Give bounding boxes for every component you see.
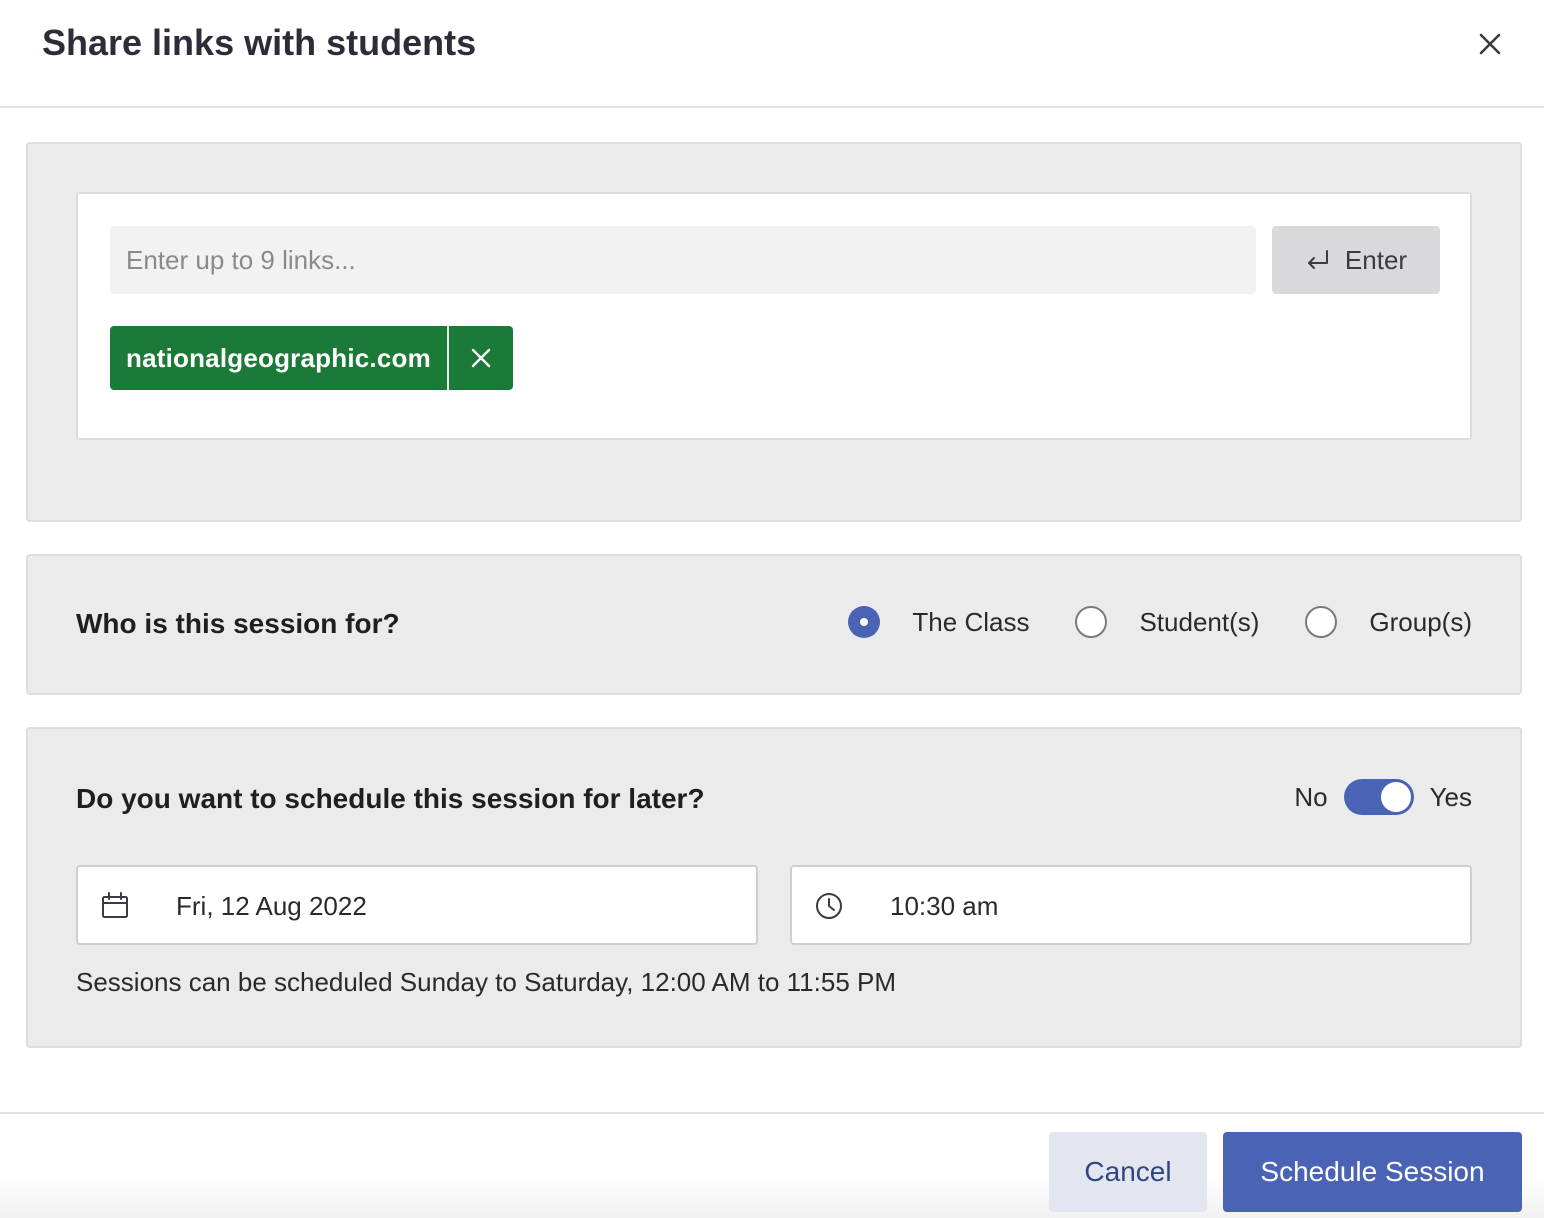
date-picker-field[interactable]: Fri, 12 Aug 2022 [76,865,758,945]
radio-option-students[interactable]: Student(s) [1075,606,1259,638]
calendar-icon [102,892,128,918]
cancel-button[interactable]: Cancel [1049,1132,1207,1212]
links-panel: Enter nationalgeographic.com [26,142,1522,522]
enter-button[interactable]: Enter [1272,226,1440,294]
radio-label-groups: Group(s) [1369,606,1472,637]
dialog-title: Share links with students [42,22,477,63]
schedule-panel: Do you want to schedule this session for… [26,727,1522,1048]
toggle-knob [1380,782,1411,812]
audience-question: Who is this session for? [76,608,400,639]
link-chip-label: nationalgeographic.com [126,343,431,373]
return-arrow-icon [1307,250,1328,269]
radio-option-the-class[interactable]: The Class [848,606,1029,638]
schedule-session-button[interactable]: Schedule Session [1223,1132,1522,1212]
schedule-toggle-group: No Yes [1294,779,1472,815]
radio-label-students: Student(s) [1139,606,1260,637]
schedule-hint: Sessions can be scheduled Sunday to Satu… [76,967,897,997]
clock-icon [816,893,842,919]
audience-radio-group: The Class Student(s) Group(s) [848,606,1472,638]
time-picker-field[interactable]: 10:30 am [790,865,1472,945]
time-value: 10:30 am [890,891,999,921]
audience-panel: Who is this session for? The Class Stude… [26,554,1522,695]
radio-students[interactable] [1075,606,1108,638]
dialog-footer: Cancel Schedule Session [0,1112,1544,1218]
link-chip: nationalgeographic.com [110,326,513,390]
enter-button-label: Enter [1344,244,1408,275]
radio-groups[interactable] [1305,606,1338,638]
close-icon [471,348,491,368]
remove-link-button[interactable] [449,326,513,390]
toggle-no-label: No [1294,781,1328,812]
links-card: Enter nationalgeographic.com [76,192,1472,440]
radio-the-class[interactable] [848,606,881,638]
close-icon [1479,33,1501,55]
date-value: Fri, 12 Aug 2022 [176,891,367,921]
link-input[interactable] [110,226,1256,294]
close-button[interactable] [1470,24,1510,64]
schedule-toggle[interactable] [1343,779,1414,815]
toggle-yes-label: Yes [1429,781,1472,812]
radio-option-groups[interactable]: Group(s) [1305,606,1472,638]
radio-label-the-class: The Class [912,606,1030,637]
chip-divider [446,326,449,390]
dialog-header: Share links with students [0,0,1544,108]
schedule-question: Do you want to schedule this session for… [76,783,705,814]
